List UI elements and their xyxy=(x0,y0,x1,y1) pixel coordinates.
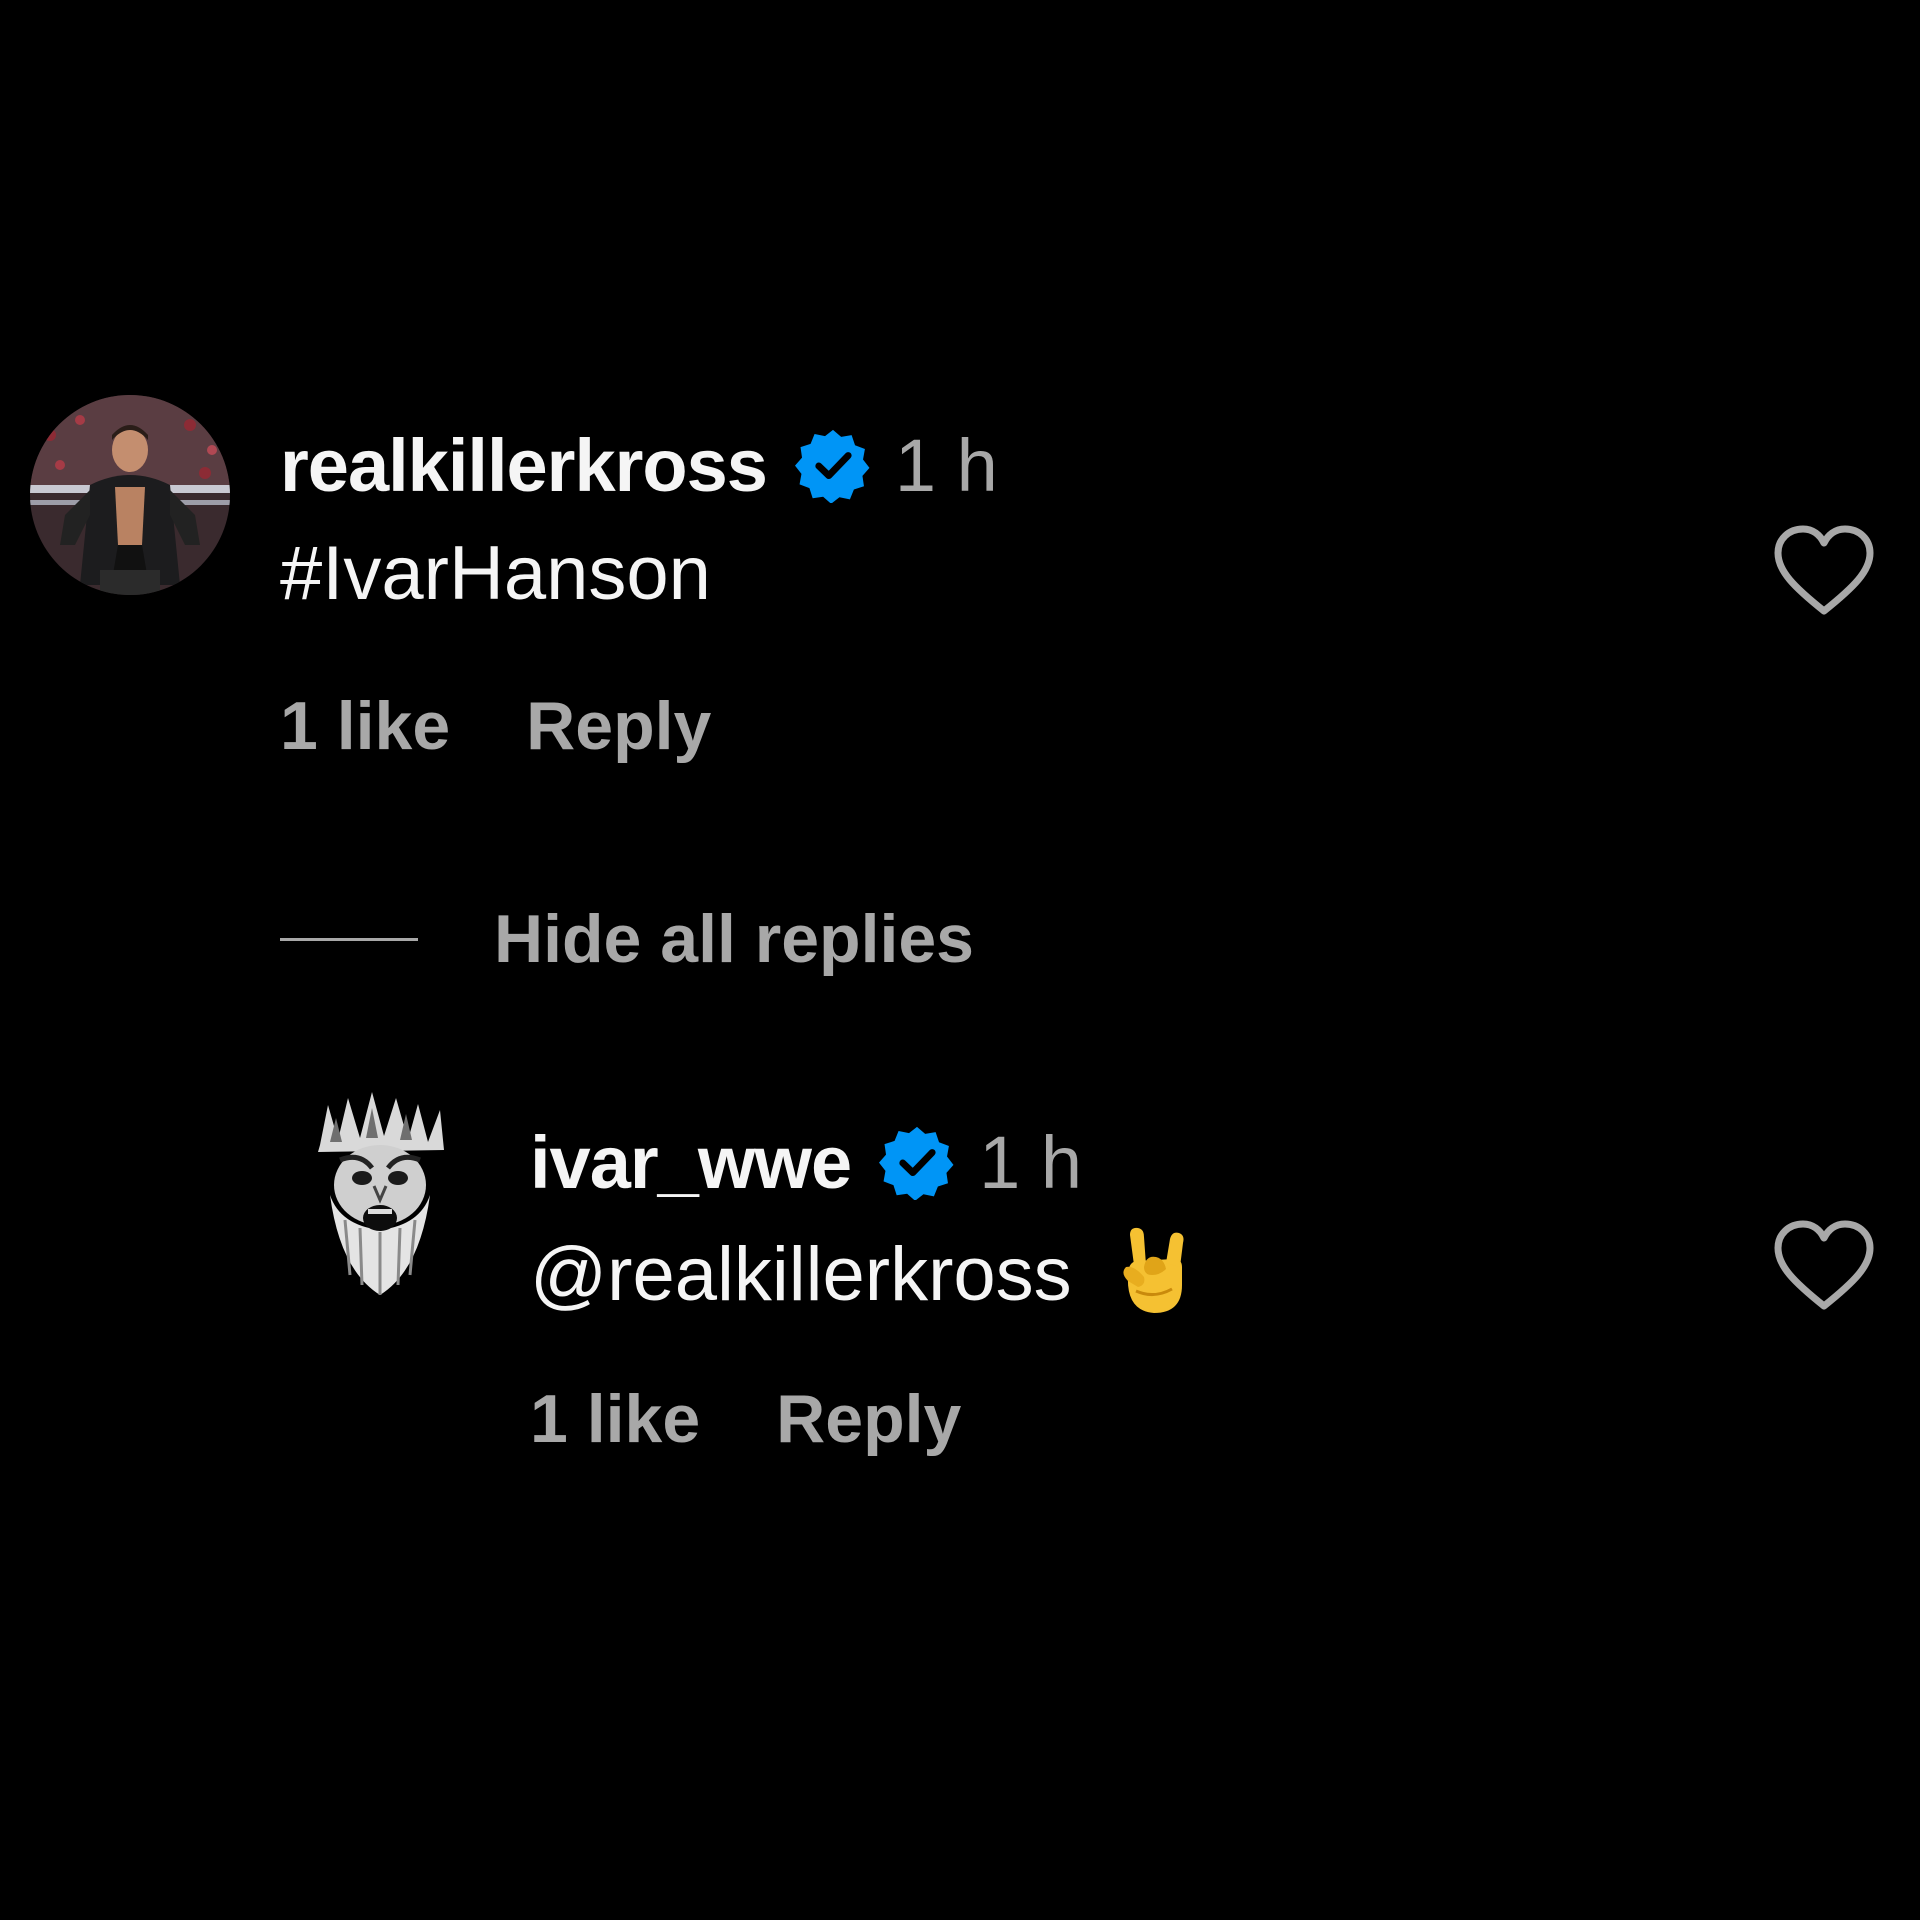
hide-replies-toggle[interactable]: Hide all replies xyxy=(280,900,974,978)
reply-button[interactable]: Reply xyxy=(526,687,711,765)
reply-text: @realkillerkross xyxy=(530,1225,1192,1335)
username[interactable]: ivar_wwe xyxy=(530,1120,852,1205)
wrestler-photo-icon xyxy=(30,395,230,595)
username[interactable]: realkillerkross xyxy=(280,423,768,508)
like-count[interactable]: 1 like xyxy=(280,687,450,765)
comment-item: realkillerkross 1 h #IvarHanson 1 like R… xyxy=(0,395,1920,795)
user-avatar[interactable] xyxy=(30,395,230,595)
mention-link[interactable]: @realkillerkross xyxy=(530,1232,1072,1317)
reply-item: ivar_wwe 1 h @realkillerkross 1 like Rep… xyxy=(0,1090,1920,1490)
rock-on-hand-emoji-icon xyxy=(1116,1225,1192,1335)
reply-timestamp: 1 h xyxy=(979,1120,1082,1204)
comment-header: realkillerkross 1 h xyxy=(280,415,998,515)
like-count[interactable]: 1 like xyxy=(530,1380,700,1458)
comment-timestamp: 1 h xyxy=(894,423,998,507)
reply-actions: 1 like Reply xyxy=(530,1380,961,1458)
comment-actions: 1 like Reply xyxy=(280,687,711,765)
hide-replies-label[interactable]: Hide all replies xyxy=(494,900,974,978)
reply-button[interactable]: Reply xyxy=(776,1380,961,1458)
crowned-bearded-face-icon xyxy=(300,1090,460,1300)
thread-divider-line xyxy=(280,937,418,941)
user-avatar[interactable] xyxy=(300,1090,460,1300)
like-heart-icon[interactable] xyxy=(1774,525,1874,617)
verified-badge-icon xyxy=(794,427,871,504)
verified-badge-icon xyxy=(879,1124,955,1201)
comment-text: #IvarHanson xyxy=(280,531,711,616)
reply-header: ivar_wwe 1 h xyxy=(530,1112,1082,1212)
like-heart-icon[interactable] xyxy=(1774,1220,1874,1312)
